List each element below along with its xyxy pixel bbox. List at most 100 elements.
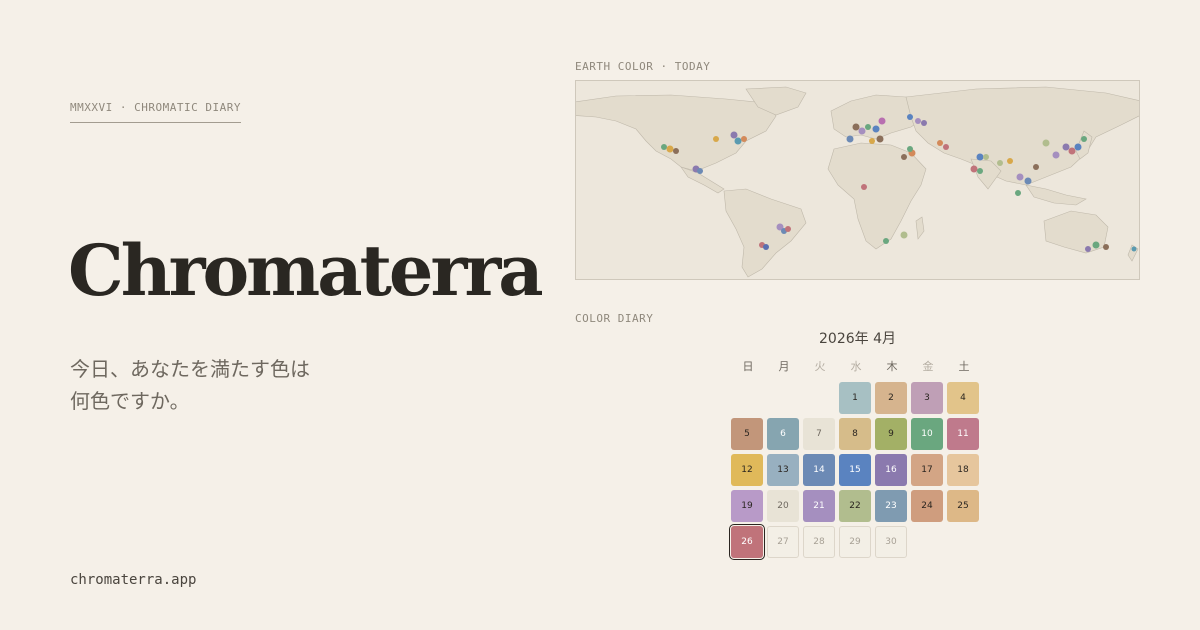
calendar-day[interactable]: 6	[767, 418, 799, 450]
color-dot	[937, 140, 943, 146]
weekday-header: 火	[814, 360, 826, 373]
calendar-day[interactable]: 2	[875, 382, 907, 414]
color-dot	[1033, 164, 1039, 170]
world-map-svg	[576, 86, 1139, 278]
color-dot	[872, 125, 880, 133]
calendar-week: 26 27 28 29 30	[729, 524, 985, 562]
eyebrow-label: MMXXVI · CHROMATIC DIARY	[70, 101, 241, 123]
color-dot	[673, 148, 679, 154]
color-dot	[785, 226, 791, 232]
color-dot	[876, 135, 884, 143]
weekday-header: 金	[922, 360, 934, 373]
africa	[827, 142, 927, 250]
color-dot	[907, 146, 913, 152]
color-dot	[1052, 151, 1060, 159]
calendar-day[interactable]: 1	[839, 382, 871, 414]
north-america	[576, 94, 777, 172]
tagline-line-1: 今日、あなたを満たす色は	[70, 357, 310, 381]
calendar-day[interactable]: 13	[767, 454, 799, 486]
calendar-weeks: 1 2 3 4 5 6 7 8 9 10 11 12 13 14 15 16 17 18 19 20 21 22 23 24 2…	[729, 382, 985, 562]
weekday-header: 日	[742, 360, 754, 373]
calendar-month-title: 2026年 4月	[819, 331, 896, 347]
color-dot	[1131, 246, 1137, 252]
tagline-line-2: 何色ですか。	[70, 389, 190, 413]
calendar-day[interactable]: 30	[875, 526, 907, 558]
color-dot	[1024, 177, 1032, 185]
calendar-day[interactable]: 24	[911, 490, 943, 522]
calendar-week: 12 13 14 15 16 17 18	[731, 454, 985, 490]
color-dot	[1015, 190, 1021, 196]
southeast-asia-islands	[1025, 184, 1087, 206]
calendar-day[interactable]: 22	[839, 490, 871, 522]
calendar-day[interactable]: 18	[947, 454, 979, 486]
color-dot	[666, 145, 674, 153]
color-diary-label: COLOR DIARY	[575, 312, 654, 325]
site-url[interactable]: chromaterra.app	[70, 572, 196, 588]
calendar-day[interactable]: 8	[839, 418, 871, 450]
color-dot	[869, 138, 875, 144]
color-dot	[900, 231, 908, 239]
color-dot	[1042, 139, 1050, 147]
calendar-day[interactable]: 4	[947, 382, 979, 414]
weekday-header: 木	[886, 360, 898, 373]
calendar-day[interactable]: 9	[875, 418, 907, 450]
color-dot	[734, 137, 742, 145]
calendar-day[interactable]: 25	[947, 490, 979, 522]
color-dot	[883, 238, 889, 244]
color-dot	[943, 144, 949, 150]
calendar-day[interactable]: 20	[767, 490, 799, 522]
color-dot	[1103, 244, 1109, 250]
color-dot	[1068, 147, 1076, 155]
calendar-day[interactable]: 10	[911, 418, 943, 450]
color-dot	[983, 154, 989, 160]
weekday-header: 土	[958, 360, 970, 373]
calendar-day[interactable]: 16	[875, 454, 907, 486]
color-dot	[977, 168, 983, 174]
color-dot	[1092, 241, 1100, 249]
calendar-day[interactable]: 23	[875, 490, 907, 522]
color-dot	[846, 135, 854, 143]
weekday-header: 月	[778, 360, 790, 373]
calendar-grid: 日月火水木金土 1 2 3 4 5 6 7 8 9 10 11 12 13 14 15 16 17 18 19 20 2…	[729, 358, 985, 562]
calendar-day[interactable]: 27	[767, 526, 799, 558]
color-dot	[763, 244, 769, 250]
south-america	[723, 188, 807, 278]
color-dot	[865, 124, 871, 130]
calendar-day[interactable]: 19	[731, 490, 763, 522]
calendar-day[interactable]: 21	[803, 490, 835, 522]
madagascar	[915, 216, 925, 240]
calendar-day-today[interactable]: 26	[729, 524, 765, 560]
calendar-day[interactable]: 15	[839, 454, 871, 486]
color-dot	[970, 165, 978, 173]
world-map	[575, 80, 1140, 280]
color-dot	[901, 154, 907, 160]
color-dot	[1007, 158, 1013, 164]
color-dot	[976, 153, 984, 161]
asia	[905, 86, 1139, 186]
color-dot	[921, 120, 927, 126]
color-dot	[858, 127, 866, 135]
calendar-day[interactable]: 11	[947, 418, 979, 450]
calendar-day[interactable]: 3	[911, 382, 943, 414]
calendar-week: 1234	[731, 382, 985, 418]
color-dot	[730, 131, 738, 139]
calendar-day[interactable]: 14	[803, 454, 835, 486]
color-dot	[915, 118, 921, 124]
color-dot	[997, 160, 1003, 166]
calendar-day[interactable]: 5	[731, 418, 763, 450]
color-dot	[1085, 246, 1091, 252]
calendar-day[interactable]: 12	[731, 454, 763, 486]
color-dot	[661, 144, 667, 150]
color-dot	[1074, 143, 1082, 151]
color-dot	[713, 136, 719, 142]
calendar-day[interactable]: 29	[839, 526, 871, 558]
continents	[576, 86, 1139, 278]
color-dot	[1016, 173, 1024, 181]
calendar-day[interactable]: 17	[911, 454, 943, 486]
color-dot	[1062, 143, 1070, 151]
color-dot	[878, 117, 886, 125]
calendar-day[interactable]: 28	[803, 526, 835, 558]
weekday-header: 水	[850, 360, 862, 373]
color-dot	[907, 114, 913, 120]
calendar-day[interactable]: 7	[803, 418, 835, 450]
